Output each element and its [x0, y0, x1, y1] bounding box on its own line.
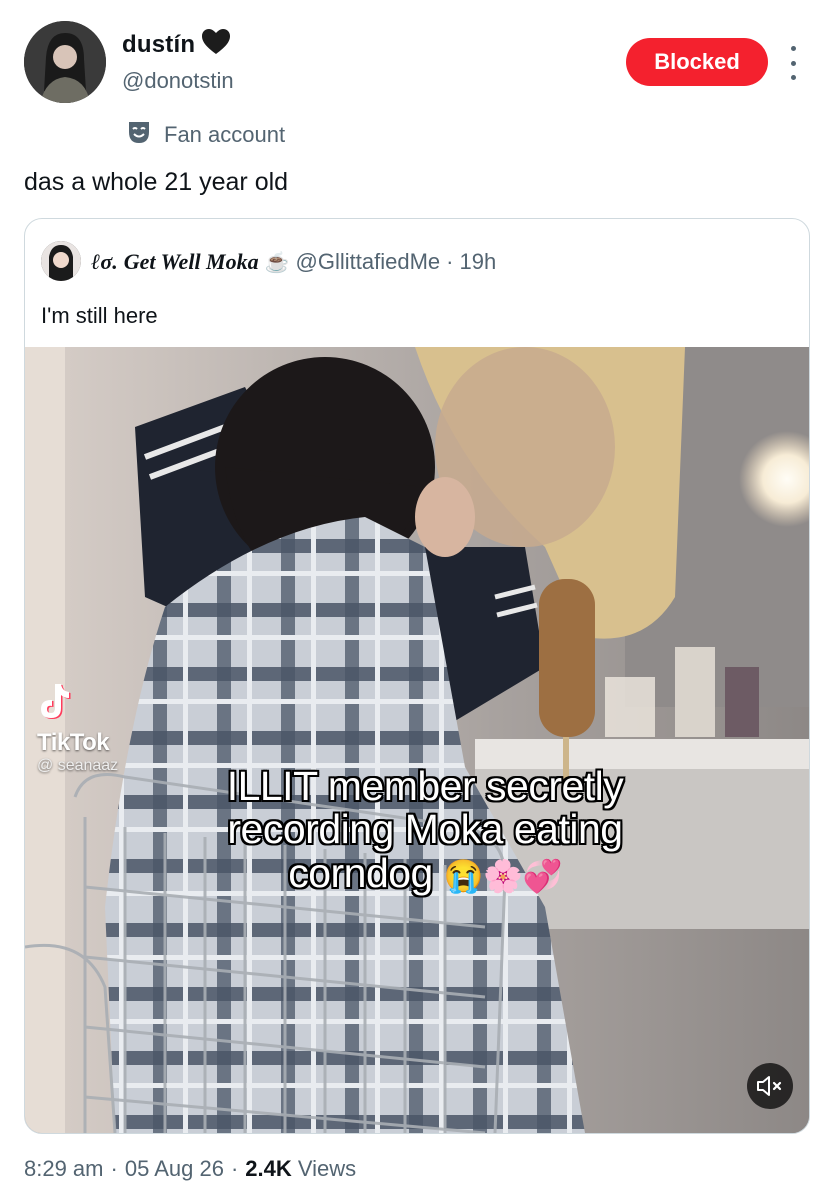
tweet-time[interactable]: 8:29 am [24, 1156, 104, 1182]
views-count-group[interactable]: 2.4K Views [245, 1156, 356, 1182]
caption-emojis: 😭🌸💞 [443, 857, 563, 894]
quoted-time[interactable]: 19h [459, 249, 496, 275]
quoted-handle[interactable]: @GllittafiedMe [296, 249, 441, 275]
fan-account-label: Fan account [126, 119, 285, 150]
blocked-button[interactable]: Blocked [626, 38, 768, 86]
tweet-meta: 8:29 am · 05 Aug 26 · 2.4K Views [24, 1156, 356, 1182]
quoted-name-prefix: ℓσ. [91, 249, 118, 274]
black-heart-icon [201, 28, 231, 61]
separator-dot: · [230, 1156, 239, 1181]
parody-mask-icon [126, 119, 152, 150]
tiktok-username: @ seanaaz [37, 757, 119, 774]
views-label: Views [297, 1156, 357, 1181]
caption-line-3: corndog [288, 849, 433, 896]
fan-account-text: Fan account [164, 121, 286, 147]
views-count: 2.4K [245, 1156, 292, 1181]
author-handle[interactable]: @donotstin [122, 68, 234, 94]
quoted-header: ℓσ. Get Well Moka ☕ @GllittafiedMe · 19h [91, 249, 496, 275]
tiktok-logo-icon [37, 684, 71, 724]
author-name-row[interactable]: dustín [122, 28, 231, 61]
author-avatar[interactable] [24, 21, 106, 103]
quoted-text: I'm still here [41, 303, 158, 328]
quoted-video[interactable]: TikTok @ seanaaz ILLIT member secretly r… [25, 347, 809, 1133]
more-dots-icon[interactable] [780, 46, 806, 80]
separator-dot: · [110, 1156, 118, 1181]
separator-dot: · [446, 249, 454, 274]
caption-line-2: recording Moka eating [227, 806, 623, 853]
caption-line-1: ILLIT member secretly [226, 763, 624, 809]
speaker-muted-icon[interactable] [747, 1063, 793, 1109]
coffee-cup-icon: ☕ [264, 251, 290, 274]
quoted-author-avatar[interactable] [41, 241, 81, 281]
tweet-text: das a whole 21 year old [24, 168, 289, 196]
tiktok-watermark: TikTok @ seanaaz [37, 682, 167, 775]
quoted-display-name[interactable]: Get Well Moka [124, 249, 259, 275]
video-caption: ILLIT member secretly recording Moka eat… [165, 763, 685, 896]
caption-line-3-row: corndog 😭🌸💞 [165, 849, 685, 896]
tweet-date[interactable]: 05 Aug 26 [125, 1156, 224, 1182]
quoted-tweet-card[interactable]: ℓσ. Get Well Moka ☕ @GllittafiedMe · 19h… [24, 218, 810, 1134]
author-display-name[interactable]: dustín [122, 31, 195, 59]
tiktok-wordmark: TikTok [37, 729, 110, 756]
